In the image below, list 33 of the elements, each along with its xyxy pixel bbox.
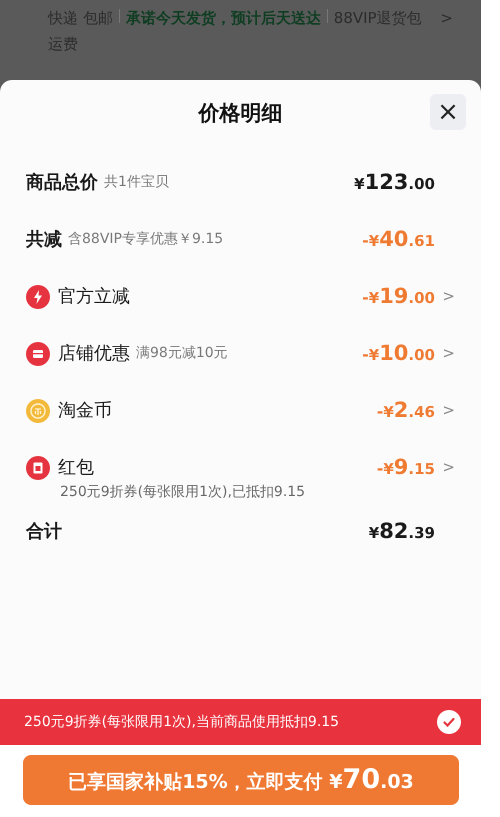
coupon-detail-text: 250元9折券(每张限用1次),已抵扣9.15 [59, 483, 306, 502]
pay-button[interactable]: 已享国家补贴15%，立即支付 ¥70.03 [23, 755, 459, 805]
row-note: 含88VIP专享优惠￥9.15 [68, 230, 224, 249]
chevron-icon[interactable]: > [441, 342, 455, 365]
row-label: 共减 [26, 228, 62, 252]
chevron-icon[interactable]: > [441, 456, 455, 479]
row-note: 共1件宝贝 [104, 173, 169, 192]
row-label: 淘金币 [58, 399, 112, 423]
envelope-icon [26, 456, 50, 480]
price-text: -¥19.00 [362, 282, 435, 310]
price-text: -¥9.15 [376, 454, 435, 481]
row-note: 满98元减10元 [136, 344, 228, 363]
sheet-title: 价格明细 [198, 100, 282, 128]
row-label: 合计 [26, 520, 62, 544]
chevron-icon[interactable]: > [441, 285, 455, 308]
price-text: -¥40.61 [362, 226, 435, 253]
row-label: 官方立减 [58, 285, 130, 309]
price-text: -¥2.46 [376, 396, 435, 424]
coin-icon [26, 398, 50, 422]
price-text: ¥82.39 [368, 518, 435, 545]
close-button[interactable]: × [430, 94, 466, 130]
row-label: 店铺优惠 [58, 342, 130, 366]
chevron-icon[interactable]: > [440, 5, 453, 80]
chevron-icon[interactable]: > [441, 399, 455, 422]
bolt-icon [26, 284, 50, 308]
price-text: ¥123.00 [354, 168, 435, 196]
coupon-text: 250元9折券(每张限用1次),当前商品使用抵扣9.15 [24, 712, 340, 732]
checked-icon[interactable] [437, 710, 461, 734]
row-label: 红包 [58, 456, 94, 480]
shop-icon [26, 342, 50, 366]
row-label: 商品总价 [26, 171, 98, 195]
price-text: -¥10.00 [362, 340, 435, 367]
coupon-banner[interactable]: 250元9折券(每张限用1次),当前商品使用抵扣9.15 [0, 699, 481, 745]
